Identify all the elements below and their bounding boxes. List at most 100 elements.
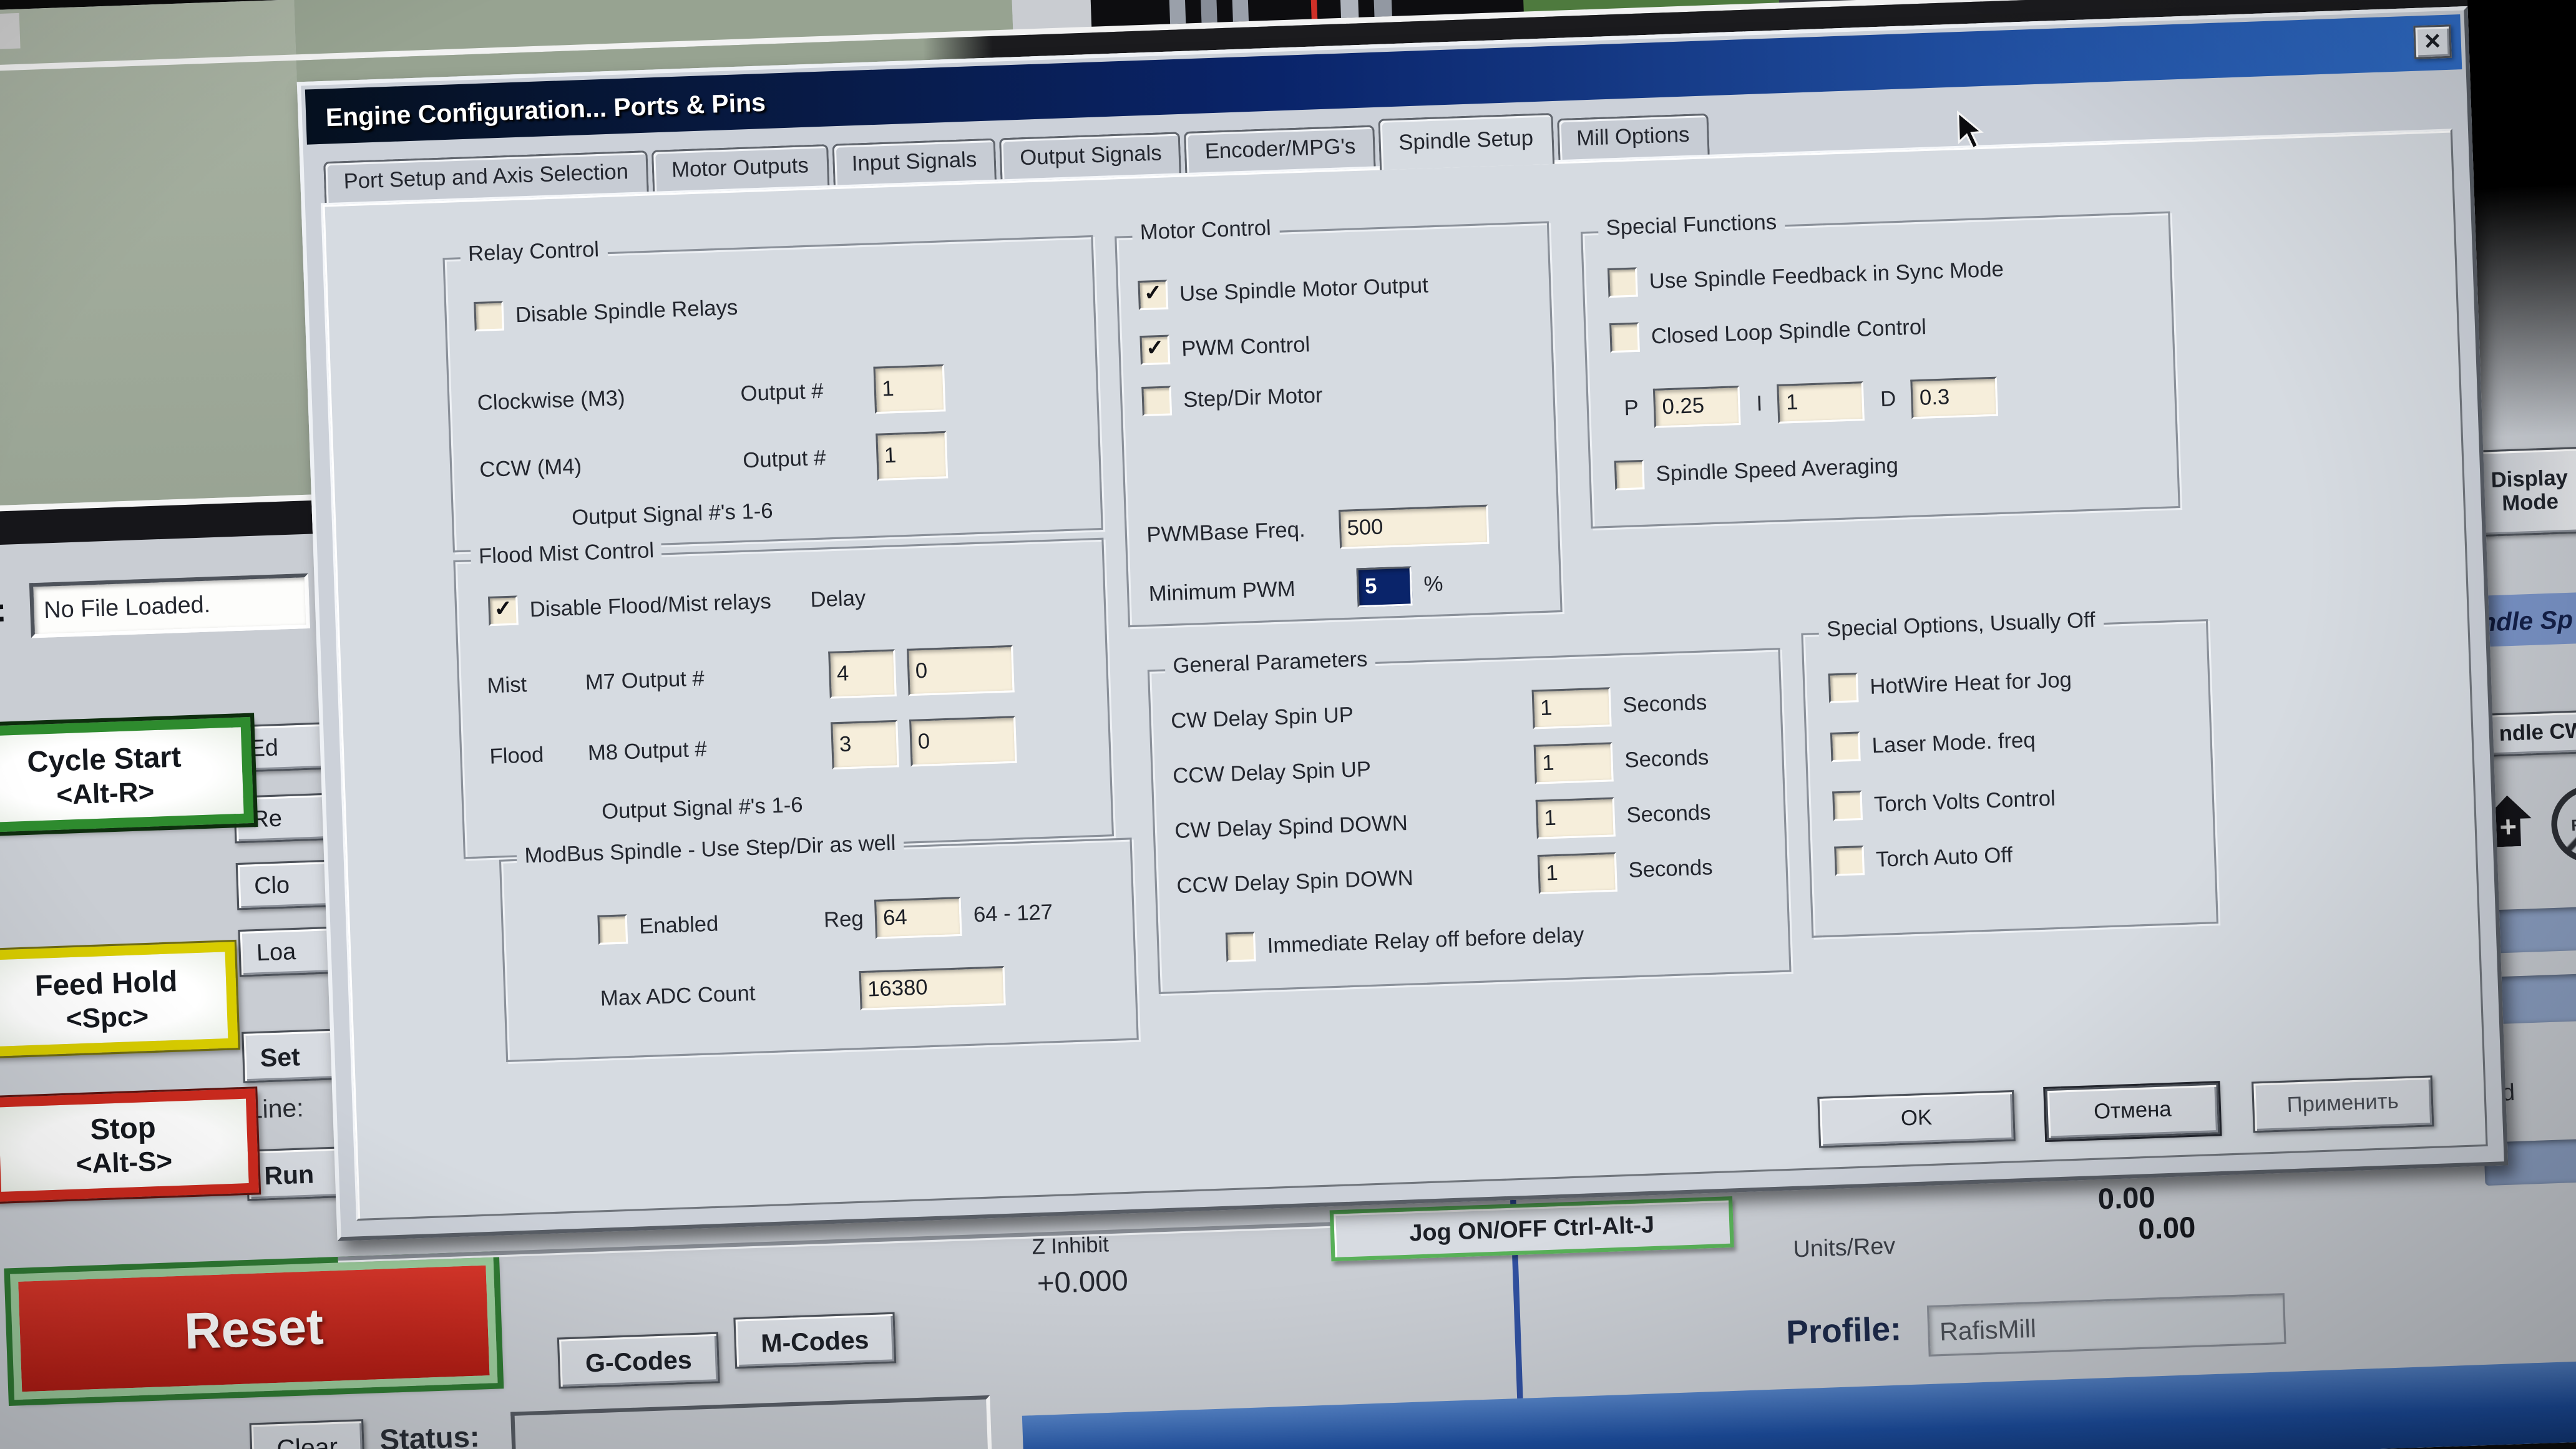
delay-header-label: Delay — [810, 587, 866, 612]
ccw-delay-spinup-unit: Seconds — [1624, 747, 1709, 773]
flood-delay-input[interactable] — [909, 716, 1017, 766]
step-dir-motor-label: Step/Dir Motor — [1183, 384, 1324, 412]
pid-d-input[interactable] — [1911, 377, 1999, 419]
pwmbase-freq-input[interactable] — [1339, 505, 1489, 549]
mach3-screen: File: No File Loaded. Ed Re Clo Loa Set … — [0, 0, 2576, 1449]
use-spindle-motor-output-label: Use Spindle Motor Output — [1179, 273, 1429, 306]
pid-i-label: I — [1756, 393, 1763, 416]
percent-label: % — [1423, 573, 1443, 597]
disable-flood-mist-checkbox[interactable]: ✓ — [488, 595, 519, 626]
disable-spindle-relays-checkbox[interactable] — [474, 301, 504, 331]
max-adc-count-input[interactable] — [859, 966, 1006, 1010]
mcodes-button[interactable]: M-Codes — [733, 1312, 896, 1369]
cw-delay-spinup-label: CW Delay Spin UP — [1171, 698, 1521, 734]
stop-button[interactable]: Stop <Alt-S> — [0, 1088, 259, 1202]
use-spindle-motor-output-checkbox[interactable]: ✓ — [1138, 280, 1168, 310]
ccw-delay-spindown-input[interactable] — [1538, 852, 1617, 894]
relay-footer-note: Output Signal #'s 1-6 — [572, 500, 774, 530]
profile-field[interactable]: RafisMill — [1927, 1293, 2286, 1357]
run-from-here-button-partial[interactable]: Run — [246, 1146, 342, 1201]
flood-label: Flood — [489, 743, 577, 770]
spin-up-plus: + — [2499, 810, 2517, 844]
decor-bar-3 — [1231, 0, 1249, 22]
feed-hold-button[interactable]: Feed Hold <Spc> — [0, 942, 238, 1057]
clockwise-output-input[interactable] — [873, 364, 945, 414]
ccw-output-input[interactable] — [876, 431, 948, 481]
spindle-speed-averaging-checkbox[interactable] — [1614, 460, 1645, 490]
ccw-delay-spinup-input[interactable] — [1534, 742, 1614, 784]
decor-bar-2 — [1199, 0, 1217, 23]
tab-motor-outputs[interactable]: Motor Outputs — [651, 144, 829, 192]
cw-delay-spindown-input[interactable] — [1536, 797, 1616, 839]
ok-button[interactable]: OK — [1817, 1090, 2016, 1148]
minimum-pwm-input[interactable] — [1356, 566, 1412, 607]
decor-blue-band — [1022, 1359, 2576, 1449]
dialog-title: Engine Configuration... Ports & Pins — [306, 86, 766, 132]
close-icon[interactable]: ✕ — [2413, 24, 2452, 59]
mist-delay-input[interactable] — [907, 645, 1015, 696]
file-label: File: — [0, 592, 7, 633]
torch-volts-checkbox[interactable] — [1832, 791, 1863, 821]
special-options-legend: Special Options, Usually Off — [1818, 609, 2104, 643]
tab-input-signals[interactable]: Input Signals — [831, 139, 997, 185]
tab-output-signals[interactable]: Output Signals — [1000, 132, 1182, 179]
spindle-dro-top[interactable]: 0 — [2496, 905, 2576, 954]
general-parameters-group: General Parameters CW Delay Spin UP Seco… — [1148, 648, 1792, 994]
laser-mode-checkbox[interactable] — [1830, 731, 1861, 762]
mist-output-input[interactable] — [828, 649, 897, 698]
cancel-button[interactable]: Отмена — [2045, 1083, 2220, 1140]
ccw-delay-spindown-label: CCW Delay Spin DOWN — [1176, 863, 1527, 899]
flood-output-input[interactable] — [831, 720, 899, 769]
status-label: Status: — [379, 1421, 481, 1449]
modbus-reg-input[interactable] — [875, 897, 963, 939]
profile-label: Profile: — [1785, 1310, 1902, 1354]
cw-delay-spindown-unit: Seconds — [1626, 802, 1711, 828]
clear-status-button[interactable]: Clear — [250, 1419, 365, 1449]
cw-delay-spindown-label: CW Delay Spind DOWN — [1174, 808, 1525, 844]
apply-button[interactable]: Применить — [2252, 1075, 2434, 1133]
file-field[interactable]: No File Loaded. — [29, 573, 310, 638]
pwm-control-checkbox[interactable]: ✓ — [1139, 334, 1170, 365]
spindle-setup-panel: Relay Control Disable Spindle Relays Clo… — [321, 129, 2488, 1221]
cw-delay-spinup-unit: Seconds — [1622, 691, 1707, 718]
pid-p-input[interactable] — [1654, 386, 1742, 428]
torch-auto-off-checkbox[interactable] — [1834, 846, 1865, 876]
flood-footer-note: Output Signal #'s 1-6 — [602, 794, 804, 824]
pid-p-label: P — [1624, 397, 1639, 421]
units-rev-value: 0.00 — [2038, 1212, 2197, 1251]
pwmbase-freq-label: PWMBase Freq. — [1146, 518, 1328, 548]
spindle-reset-dial-icon[interactable]: Reset — [2550, 783, 2576, 865]
close-gcode-button-partial[interactable]: Clo — [236, 860, 332, 910]
status-field — [510, 1395, 992, 1449]
set-next-line-button-partial[interactable]: Set — [242, 1028, 338, 1083]
special-options-group: Special Options, Usually Off HotWire Hea… — [1801, 619, 2218, 938]
load-gcode-button-partial[interactable]: Loa — [238, 927, 334, 977]
torch-auto-off-label: Torch Auto Off — [1876, 843, 2013, 871]
pid-i-input[interactable] — [1777, 381, 1865, 424]
tab-encoder-mpgs[interactable]: Encoder/MPG's — [1184, 125, 1376, 173]
cw-delay-spinup-input[interactable] — [1532, 687, 1612, 729]
relay-control-legend: Relay Control — [460, 238, 607, 267]
pwm-control-label: PWM Control — [1181, 333, 1310, 361]
gcodes-button[interactable]: G-Codes — [557, 1332, 720, 1389]
feed-hold-hotkey: <Spc> — [66, 999, 149, 1033]
closed-loop-checkbox[interactable] — [1609, 322, 1640, 353]
reset-button[interactable]: Reset — [10, 1257, 497, 1400]
ccw-m4-label: CCW (M4) — [479, 451, 731, 483]
decor-bar-1 — [1168, 0, 1186, 24]
closed-loop-label: Closed Loop Spindle Control — [1651, 315, 1926, 348]
decor-bar-4 — [1339, 0, 1359, 18]
cycle-start-button[interactable]: Cycle Start <Alt-R> — [0, 717, 254, 833]
tab-spindle-setup[interactable]: Spindle Setup — [1378, 113, 1554, 170]
spindle-feedback-checkbox[interactable] — [1608, 267, 1638, 298]
tab-mill-options[interactable]: Mill Options — [1556, 114, 1710, 160]
z-inhibit-label: Z Inhibit — [1032, 1234, 1110, 1260]
hotwire-heat-checkbox[interactable] — [1828, 673, 1859, 703]
general-parameters-legend: General Parameters — [1164, 648, 1375, 680]
step-dir-motor-checkbox[interactable] — [1141, 386, 1172, 416]
hotwire-heat-label: HotWire Heat for Jog — [1870, 668, 2072, 699]
jog-onoff-button[interactable]: Jog ON/OFF Ctrl-Alt-J — [1330, 1196, 1734, 1261]
modbus-enabled-checkbox[interactable] — [597, 914, 628, 944]
immediate-relay-off-checkbox[interactable] — [1226, 932, 1256, 962]
modbus-reg-label: Reg — [824, 908, 864, 933]
